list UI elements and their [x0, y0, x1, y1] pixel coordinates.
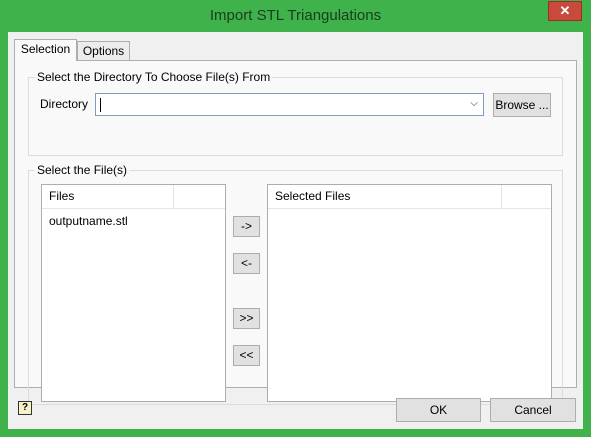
- add-all-button[interactable]: >>: [233, 308, 260, 329]
- remove-selected-button[interactable]: <-: [233, 253, 260, 274]
- browse-button[interactable]: Browse ...: [493, 93, 551, 117]
- chevron-down-icon[interactable]: ⌵: [468, 97, 480, 111]
- dialog-body: Selection Options Select the Directory T…: [8, 32, 583, 429]
- add-selected-label: ->: [240, 219, 252, 233]
- window-title: Import STL Triangulations: [209, 7, 382, 24]
- files-column-header[interactable]: Files: [42, 185, 174, 208]
- help-glyph: ?: [21, 402, 29, 413]
- files-header-filler: [174, 185, 225, 208]
- title-bar[interactable]: Import STL Triangulations ✕: [0, 0, 591, 32]
- list-item[interactable]: outputname.stl: [49, 213, 128, 229]
- help-icon[interactable]: ?: [18, 401, 32, 415]
- cancel-button[interactable]: Cancel: [490, 398, 576, 422]
- add-all-label: >>: [239, 311, 254, 325]
- tab-selection[interactable]: Selection: [14, 39, 77, 61]
- remove-selected-label: <-: [240, 256, 252, 270]
- dialog-window: Import STL Triangulations ✕ Selection Op…: [0, 0, 591, 437]
- selected-files-list-header: Selected Files: [268, 185, 551, 209]
- tab-selection-label: Selection: [20, 42, 71, 56]
- add-selected-button[interactable]: ->: [233, 216, 260, 237]
- files-list[interactable]: Files outputname.stl: [41, 184, 226, 402]
- ok-button[interactable]: OK: [396, 398, 481, 422]
- files-list-header: Files: [42, 185, 225, 209]
- selected-files-column-header[interactable]: Selected Files: [268, 185, 502, 208]
- files-group: Select the File(s) Files outputname.stl …: [28, 163, 563, 405]
- cancel-button-label: Cancel: [514, 403, 552, 417]
- directory-group: Select the Directory To Choose File(s) F…: [28, 70, 563, 156]
- directory-group-legend: Select the Directory To Choose File(s) F…: [35, 70, 273, 84]
- selected-header-filler: [502, 185, 551, 208]
- selected-files-column-label: Selected Files: [275, 189, 351, 203]
- files-column-label: Files: [49, 189, 75, 203]
- files-group-legend: Select the File(s): [35, 163, 130, 177]
- selected-files-list[interactable]: Selected Files: [267, 184, 552, 402]
- text-caret: [100, 98, 101, 112]
- file-name: outputname.stl: [49, 214, 128, 228]
- directory-combobox[interactable]: ⌵: [95, 93, 484, 116]
- ok-button-label: OK: [429, 403, 448, 417]
- tab-options[interactable]: Options: [77, 41, 130, 60]
- remove-all-label: <<: [239, 348, 254, 362]
- remove-all-button[interactable]: <<: [233, 345, 260, 366]
- close-icon: ✕: [559, 3, 571, 18]
- directory-label: Directory: [40, 97, 89, 111]
- tab-options-label: Options: [82, 44, 125, 58]
- selection-panel: Select the Directory To Choose File(s) F…: [14, 60, 577, 405]
- close-button[interactable]: ✕: [548, 1, 582, 21]
- browse-button-label: Browse ...: [495, 98, 549, 112]
